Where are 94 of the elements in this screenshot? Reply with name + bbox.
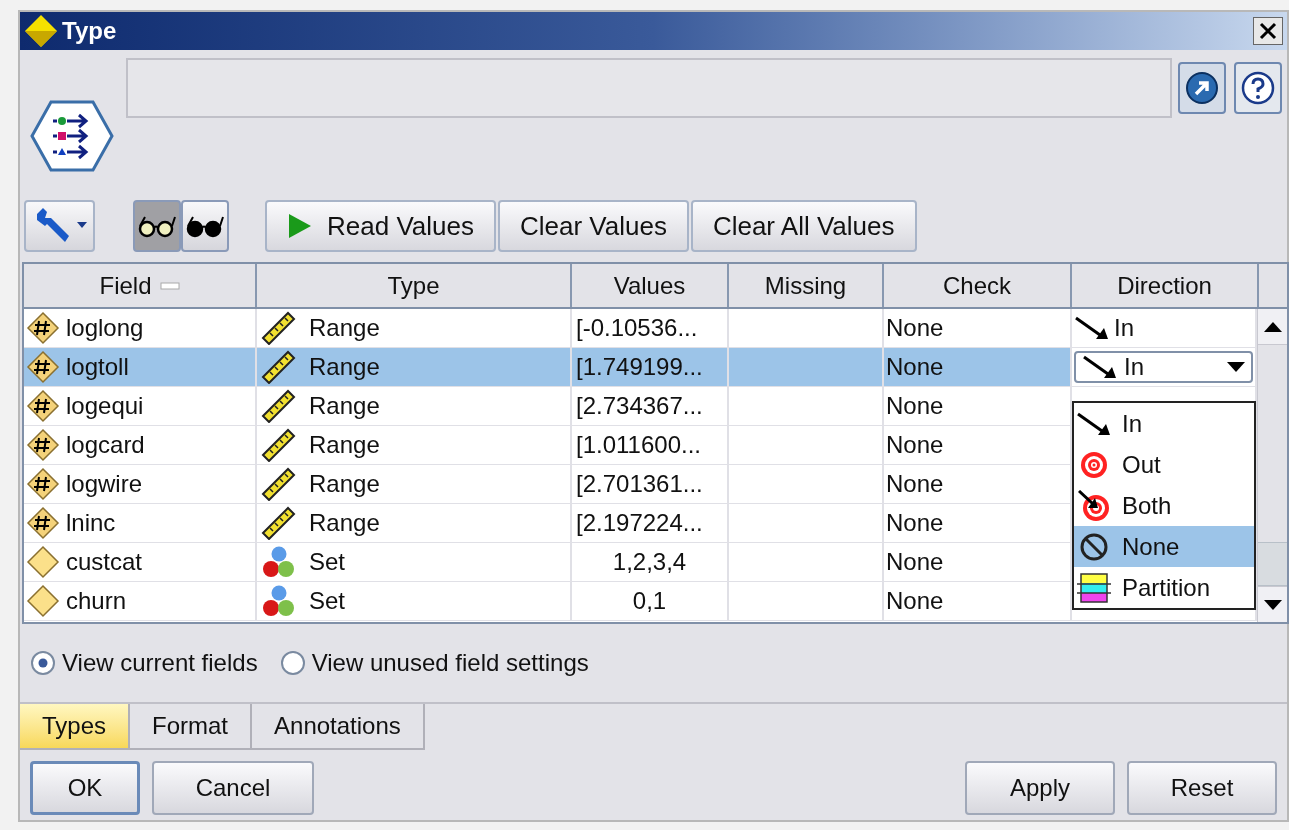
tab[interactable]: Types xyxy=(20,704,131,750)
view-toggle-button[interactable] xyxy=(181,200,229,252)
dialog-button[interactable]: Apply xyxy=(965,761,1115,815)
arrow-icon xyxy=(1082,354,1118,380)
column-header[interactable]: Type xyxy=(257,264,572,307)
window-title: Type xyxy=(62,16,117,46)
glasses-icon xyxy=(185,214,225,238)
field-name: churn xyxy=(66,586,127,616)
hash-diamond-icon xyxy=(26,428,60,462)
dialog-button[interactable]: Reset xyxy=(1127,761,1277,815)
tab[interactable]: Annotations xyxy=(252,704,425,750)
diamond-icon xyxy=(26,545,60,579)
table-row[interactable]: lninc Range [2.197224... None xyxy=(24,504,1072,543)
type-label: Range xyxy=(309,352,380,382)
direction-cell[interactable]: In xyxy=(1074,310,1134,346)
field-name: logwire xyxy=(66,469,143,499)
dropdown-value: In xyxy=(1124,352,1145,382)
table-row[interactable]: logequi Range [2.734367... None xyxy=(24,387,1072,426)
scrollbar[interactable] xyxy=(1257,309,1287,622)
field-name: logcard xyxy=(66,430,145,460)
scroll-up-icon xyxy=(1263,321,1282,332)
striped-block-icon xyxy=(1077,571,1111,604)
column-header[interactable]: Missing xyxy=(729,264,884,307)
hash-diamond-icon xyxy=(26,389,60,423)
field-name: logequi xyxy=(66,391,144,421)
help-button[interactable] xyxy=(1234,62,1282,114)
column-header[interactable]: Field xyxy=(24,264,257,307)
type-label: Range xyxy=(309,469,380,499)
field-name: lninc xyxy=(66,508,116,538)
target-icon xyxy=(1079,449,1109,480)
no-entry-icon xyxy=(1079,531,1109,562)
table-row[interactable]: custcat Set 1,2,3,4 None xyxy=(24,543,1072,582)
field-name: logtoll xyxy=(66,352,129,382)
ruler-icon xyxy=(261,311,297,345)
hash-diamond-icon xyxy=(26,467,60,501)
diamond-icon xyxy=(24,14,58,48)
balls-icon xyxy=(261,545,297,579)
caret-icon xyxy=(76,222,87,230)
column-header[interactable]: Values xyxy=(572,264,729,307)
tools-menu-button[interactable] xyxy=(24,200,95,252)
view-toggle-button[interactable] xyxy=(133,200,181,252)
table-row[interactable]: loglong Range [-0.10536... None xyxy=(24,309,1072,348)
hash-diamond-icon xyxy=(26,350,60,384)
field-name: custcat xyxy=(66,547,143,577)
radio-option[interactable]: View unused field settings xyxy=(279,645,589,681)
toolbar-button[interactable]: Clear Values xyxy=(497,200,689,252)
close-button[interactable] xyxy=(1253,17,1283,45)
tab[interactable]: Format xyxy=(130,704,253,750)
ruler-icon xyxy=(261,506,297,540)
table-row[interactable]: logtoll Range [1.749199... None xyxy=(24,348,1072,387)
caret-icon xyxy=(1227,362,1246,372)
radio-option[interactable]: View current fields xyxy=(30,645,258,681)
table-row[interactable]: logwire Range [2.701361... None xyxy=(24,465,1072,504)
table-row[interactable]: logcard Range [1.011600... None xyxy=(24,426,1072,465)
ruler-icon xyxy=(261,428,297,462)
type-label: Set xyxy=(309,586,346,616)
hash-diamond-icon xyxy=(26,506,60,540)
arrow-icon xyxy=(1074,315,1110,341)
close-icon xyxy=(1259,22,1277,40)
balls-icon xyxy=(261,584,297,618)
toolbar-button[interactable]: Read Values xyxy=(265,200,496,252)
target-arrow-icon xyxy=(1078,489,1110,522)
toolbar-button[interactable]: Clear All Values xyxy=(690,200,917,252)
direction-text: In xyxy=(1114,313,1134,343)
type-label: Range xyxy=(309,508,380,538)
ruler-icon xyxy=(261,350,297,384)
scroll-down-icon xyxy=(1263,599,1282,610)
table-row[interactable]: churn Set 0,1 None xyxy=(24,582,1072,621)
column-header[interactable]: Check xyxy=(884,264,1072,307)
glasses-icon xyxy=(137,214,177,238)
dialog-button[interactable]: Cancel xyxy=(152,761,314,815)
ruler-icon xyxy=(261,389,297,423)
type-label: Set xyxy=(309,547,346,577)
sort-indicator-icon xyxy=(159,281,180,290)
launch-button[interactable] xyxy=(1178,62,1226,114)
table-cell: 0,1 xyxy=(572,582,729,621)
arrow-icon xyxy=(1076,410,1112,437)
menu-option[interactable]: None xyxy=(1074,526,1254,567)
hash-diamond-icon xyxy=(26,311,60,345)
dialog-button[interactable]: OK xyxy=(30,761,140,815)
direction-dropdown[interactable]: In xyxy=(1074,351,1254,383)
diamond-icon xyxy=(26,584,60,618)
flow-node-icon xyxy=(29,99,115,173)
ruler-icon xyxy=(261,467,297,501)
type-label: Range xyxy=(309,430,380,460)
arrow-circle-icon xyxy=(1185,71,1219,105)
annotation-field[interactable] xyxy=(126,58,1172,118)
field-name: loglong xyxy=(66,313,144,343)
scroll-thumb[interactable] xyxy=(1258,542,1287,586)
play-icon xyxy=(287,212,313,240)
help-icon xyxy=(1241,71,1275,105)
column-header[interactable]: Direction xyxy=(1072,264,1259,307)
type-label: Range xyxy=(309,313,380,343)
type-label: Range xyxy=(309,391,380,421)
